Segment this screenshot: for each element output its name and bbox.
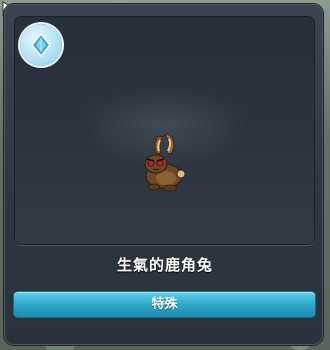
special-button[interactable]: 特殊	[14, 292, 315, 317]
monster-name: 生氣的鹿角兔	[116, 256, 213, 274]
diamond-gem-icon[interactable]	[20, 24, 62, 66]
horned-rabbit-sprite	[144, 133, 186, 192]
